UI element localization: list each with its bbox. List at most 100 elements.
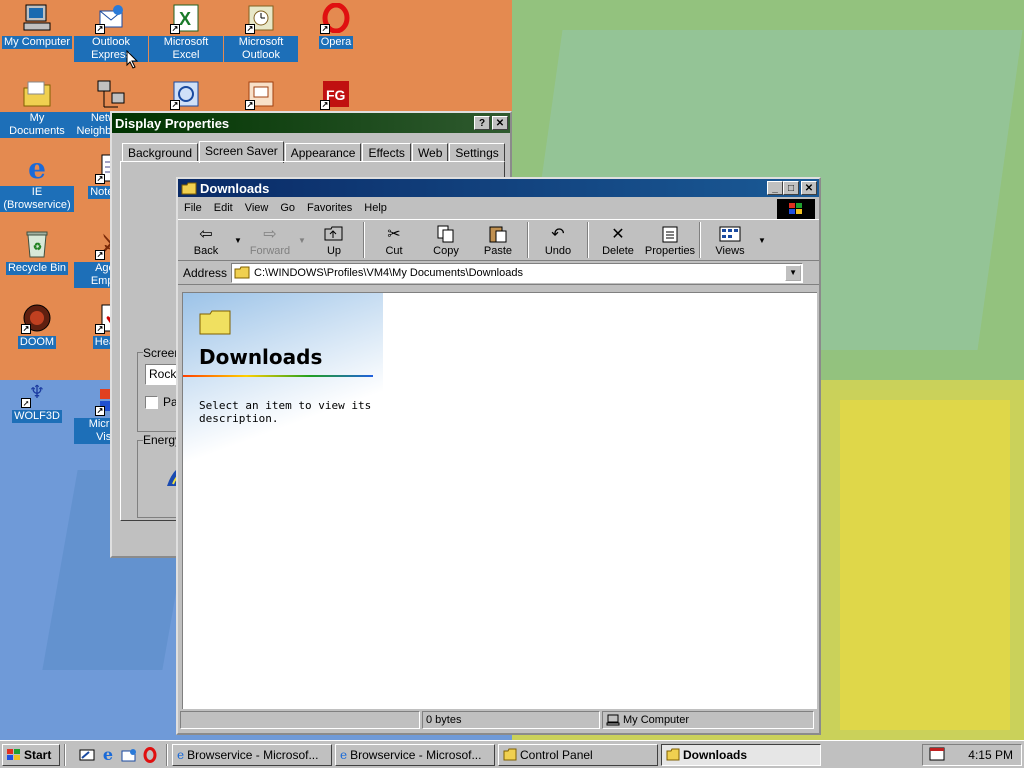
back-label: Back <box>193 245 219 257</box>
help-button[interactable]: ? <box>474 116 490 130</box>
explorer-titlebar[interactable]: Downloads _ □ ✕ <box>178 179 819 197</box>
fg-app-icon: FG ↗ <box>320 78 352 110</box>
address-field[interactable]: C:\WINDOWS\Profiles\VM4\My Documents\Dow… <box>231 262 804 283</box>
task-browservice-1[interactable]: e Browservice - Microsof... <box>172 743 332 766</box>
desktop-icon-label: My Computer <box>1 36 73 49</box>
windows-logo-icon <box>7 748 20 760</box>
quick-launch: e <box>78 745 162 764</box>
opera-icon[interactable] <box>141 746 159 764</box>
delete-button[interactable]: ✕ Delete <box>592 220 644 260</box>
ie-icon[interactable]: e <box>99 745 117 764</box>
start-button[interactable]: Start <box>2 743 60 766</box>
display-properties-titlebar[interactable]: Display Properties ? ✕ <box>112 113 510 133</box>
maximize-button[interactable]: □ <box>783 181 799 195</box>
copy-button[interactable]: Copy <box>420 220 472 260</box>
desktop-icon-wolf3d[interactable]: ♆ ↗ WOLF3D <box>0 376 74 423</box>
tab-settings[interactable]: Settings <box>449 143 505 162</box>
menu-favorites[interactable]: Favorites <box>307 202 352 214</box>
views-icon <box>719 225 741 245</box>
delete-label: Delete <box>602 245 634 257</box>
menu-view[interactable]: View <box>245 202 269 214</box>
menu-help[interactable]: Help <box>364 202 387 214</box>
task-label: Browservice - Microsof... <box>187 747 319 762</box>
tab-appearance[interactable]: Appearance <box>284 143 362 162</box>
menu-go[interactable]: Go <box>280 202 295 214</box>
clock[interactable]: 4:15 PM <box>968 748 1013 762</box>
undo-button[interactable]: ↶ Undo <box>532 220 584 260</box>
tab-background[interactable]: Background <box>122 143 199 162</box>
desktop-icon-doom[interactable]: ↗ DOOM <box>0 302 74 349</box>
cut-label: Cut <box>385 245 403 257</box>
web-view-panel: Downloads Select an item to view its des… <box>183 293 383 709</box>
application-icon: ↗ <box>170 78 202 110</box>
folder-icon <box>234 266 250 279</box>
toolbar-separator <box>363 222 365 258</box>
back-arrow-icon: ⇦ <box>199 226 213 243</box>
close-button[interactable]: ✕ <box>801 181 817 195</box>
cut-button[interactable]: ✂ Cut <box>368 220 420 260</box>
network-icon <box>95 78 127 110</box>
outlook-express-icon[interactable] <box>120 746 138 764</box>
task-browservice-2[interactable]: e Browservice - Microsof... <box>335 743 495 766</box>
standard-toolbar: ⇦ Back ▼ ⇨ Forward ▼ Up ✂ Cut Copy Paste… <box>178 219 819 261</box>
address-value: C:\WINDOWS\Profiles\VM4\My Documents\Dow… <box>254 266 523 279</box>
outlook-icon: ↗ <box>245 2 277 34</box>
tab-screen-saver[interactable]: Screen Saver <box>199 141 284 163</box>
up-label: Up <box>326 245 342 257</box>
minimize-button[interactable]: _ <box>767 181 783 195</box>
status-size: 0 bytes <box>422 711 600 729</box>
desktop-icon-outlook[interactable]: ↗ Microsoft Outlook <box>224 2 298 62</box>
task-downloads[interactable]: Downloads <box>661 743 821 766</box>
svg-text:X: X <box>179 9 191 29</box>
taskbar-separator <box>64 743 66 766</box>
windows-logo-icon <box>777 199 815 219</box>
tab-effects[interactable]: Effects <box>362 143 411 162</box>
desktop-icon-fg[interactable]: FG ↗ <box>299 78 373 112</box>
address-dropdown-button[interactable]: ▼ <box>785 264 802 281</box>
powerpoint-icon: ↗ <box>245 78 277 110</box>
ie-icon: e <box>28 151 46 185</box>
properties-button[interactable]: Properties <box>644 220 696 260</box>
copy-icon <box>436 225 456 245</box>
password-checkbox[interactable] <box>145 396 158 409</box>
views-button[interactable]: Views <box>704 220 756 260</box>
folder-content-area[interactable]: Downloads Select an item to view its des… <box>182 292 817 709</box>
window-title: Downloads <box>200 180 270 196</box>
desktop-icon-my-computer[interactable]: My Computer <box>0 2 74 49</box>
desktop-icon-label: Microsoft Outlook <box>224 36 298 62</box>
back-button[interactable]: ⇦ Back <box>180 220 232 260</box>
paste-button[interactable]: Paste <box>472 220 524 260</box>
menu-file[interactable]: File <box>184 202 202 214</box>
desktop-icon-my-documents[interactable]: My Documents <box>0 78 74 138</box>
desktop-icon-label: Recycle Bin <box>5 262 69 275</box>
desktop-icon-powerpoint[interactable]: ↗ <box>224 78 298 112</box>
desktop-icon-recycle-bin[interactable]: ♻ Recycle Bin <box>0 228 74 275</box>
task-control-panel[interactable]: Control Panel <box>498 743 658 766</box>
ie-icon: e <box>340 747 348 762</box>
status-bar: 0 bytes My Computer <box>180 711 817 731</box>
desktop-icon-shortcut[interactable]: ↗ <box>149 78 223 112</box>
views-label: Views <box>715 245 745 257</box>
explorer-window[interactable]: Downloads _ □ ✕ File Edit View Go Favori… <box>176 177 821 735</box>
desktop-icon-excel[interactable]: X ↗ Microsoft Excel <box>149 2 223 62</box>
desktop-icon-ie[interactable]: e IE (Browservice) <box>0 152 74 212</box>
up-button[interactable]: Up <box>308 220 360 260</box>
menu-edit[interactable]: Edit <box>214 202 233 214</box>
scheduler-icon[interactable] <box>929 747 945 764</box>
taskbar-separator <box>166 743 168 766</box>
close-button[interactable]: ✕ <box>492 116 508 130</box>
desktop-icon-label: DOOM <box>17 336 57 349</box>
tab-web[interactable]: Web <box>411 143 449 162</box>
undo-icon: ↶ <box>551 226 565 243</box>
recycle-bin-icon: ♻ <box>21 228 53 260</box>
forward-label: Forward <box>249 245 291 257</box>
show-desktop-icon[interactable] <box>78 746 96 764</box>
scissors-icon: ✂ <box>387 226 401 243</box>
mouse-cursor-icon <box>126 50 139 69</box>
forward-dropdown[interactable]: ▼ <box>296 220 308 260</box>
back-dropdown[interactable]: ▼ <box>232 220 244 260</box>
views-dropdown[interactable]: ▼ <box>756 220 768 260</box>
desktop-icon-label: IE (Browservice) <box>0 186 74 212</box>
forward-button[interactable]: ⇨ Forward <box>244 220 296 260</box>
desktop-icon-opera[interactable]: ↗ Opera <box>299 2 373 49</box>
